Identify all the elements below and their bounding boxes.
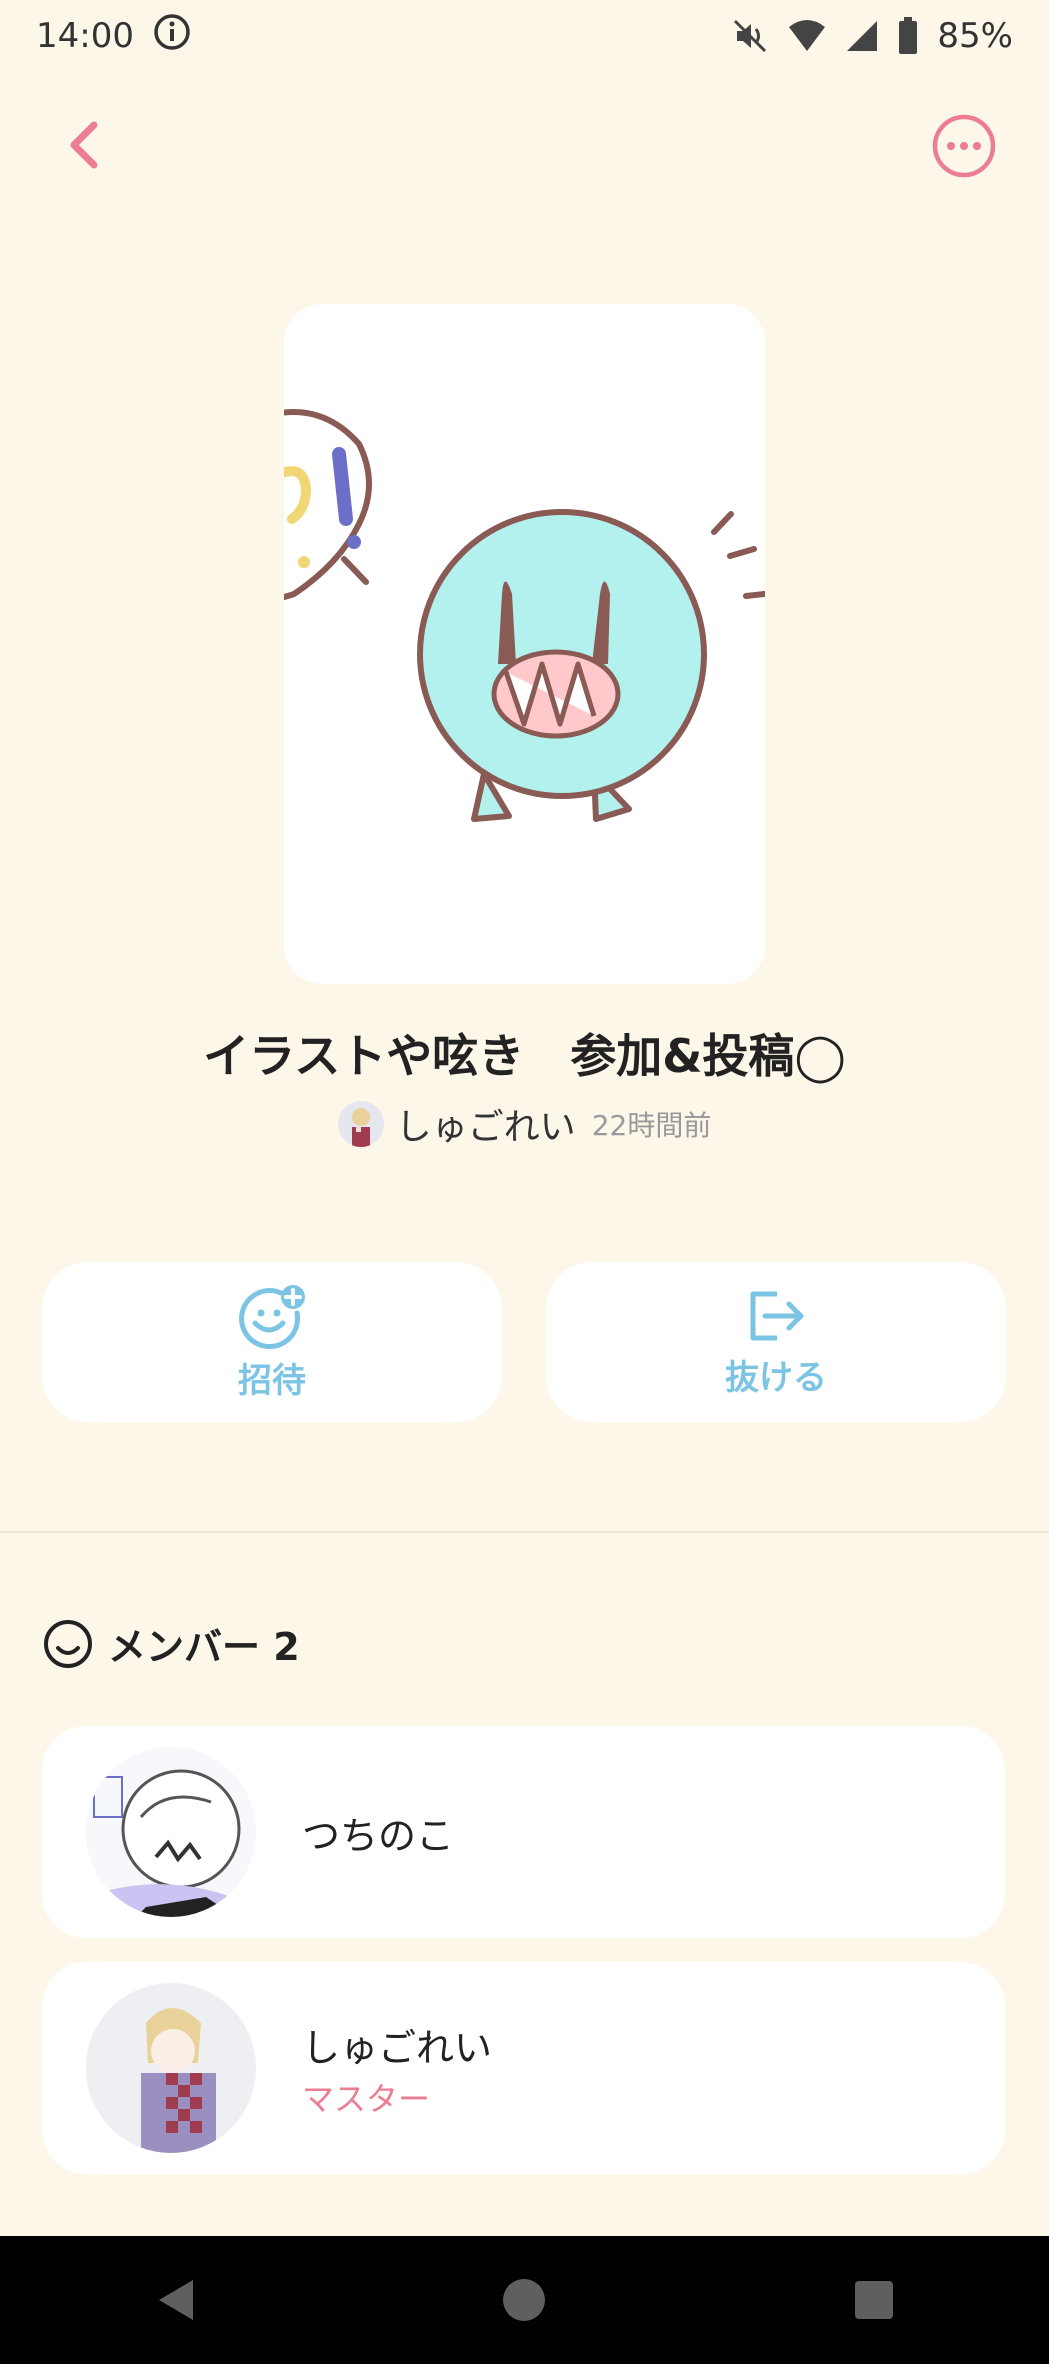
status-time: 14:00 [36, 16, 134, 56]
mute-icon [731, 17, 769, 55]
members-count-label: メンバー 2 [108, 1625, 300, 1669]
member-avatar [86, 1747, 256, 1917]
member-name: しゅごれい [302, 2025, 493, 2070]
square-recents-icon [855, 2281, 894, 2319]
battery-icon [897, 17, 919, 55]
monster-illustration [284, 409, 765, 822]
owner-name[interactable]: しゅごれい [396, 1098, 576, 1150]
leave-button[interactable]: 抜ける [546, 1262, 1006, 1422]
smile-icon [44, 1619, 92, 1668]
top-nav [0, 105, 1049, 185]
signal-icon [845, 19, 879, 53]
member-role-badge: マスター [302, 2079, 431, 2118]
nav-home-button[interactable] [484, 2260, 564, 2340]
owner-avatar[interactable] [337, 1101, 384, 1147]
post-time: 22時間前 [591, 1109, 712, 1142]
back-button[interactable] [60, 115, 110, 175]
invite-label: 招待 [238, 1360, 306, 1401]
members-header: メンバー 2 [42, 1616, 300, 1671]
leave-label: 抜ける [725, 1357, 827, 1398]
chevron-left-icon [70, 121, 98, 169]
member-item[interactable]: つちのこ [42, 1726, 1005, 1938]
owner-line: しゅごれい 22時間前 [0, 1098, 1049, 1150]
more-options-button[interactable] [931, 113, 997, 179]
exit-icon [750, 1291, 804, 1340]
member-name: つちのこ [302, 1813, 455, 1858]
triangle-back-icon [158, 2280, 193, 2320]
member-avatar [86, 1983, 256, 2153]
section-divider [0, 1531, 1049, 1533]
invite-smile-icon [239, 1284, 305, 1349]
battery-percent: 85% [937, 16, 1013, 56]
nav-back-button[interactable] [135, 2260, 215, 2340]
member-item[interactable]: しゅごれい マスター [42, 1962, 1005, 2174]
info-icon [152, 12, 192, 61]
invite-button[interactable]: 招待 [42, 1262, 502, 1422]
wifi-icon [787, 19, 827, 53]
circle-home-icon [503, 2279, 546, 2321]
status-bar: 14:00 85% [0, 0, 1049, 72]
room-cover-image[interactable] [284, 304, 765, 984]
more-horizontal-icon [932, 114, 996, 178]
room-title: イラストや呟き 参加&投稿◯ [203, 1029, 846, 1083]
nav-recents-button[interactable] [834, 2260, 914, 2340]
system-nav-bar [0, 2236, 1049, 2364]
